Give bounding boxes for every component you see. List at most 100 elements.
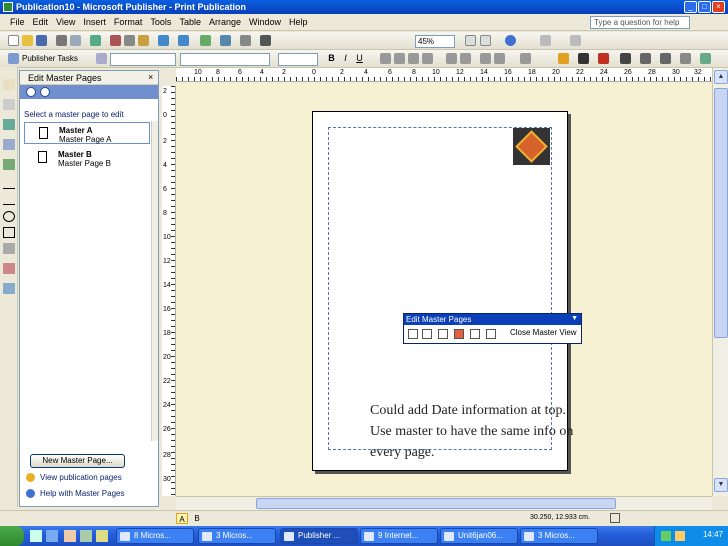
quick-launch-icon[interactable] [80, 530, 92, 542]
horizontal-ruler[interactable]: 10 8 6 4 2 0 2 4 6 8 10 12 14 16 18 20 2… [176, 68, 712, 82]
tray-icon[interactable] [675, 531, 685, 541]
horizontal-scrollbar[interactable] [176, 496, 712, 510]
scroll-up-icon[interactable]: ▲ [714, 70, 728, 84]
numbering-icon[interactable] [446, 53, 457, 64]
taskbar-item-3-active[interactable]: Publisher ... [280, 528, 358, 544]
close-button[interactable]: × [712, 1, 725, 13]
rename-master-icon[interactable] [438, 329, 448, 339]
pane-scrollbar[interactable] [151, 121, 158, 441]
maximize-button[interactable]: □ [698, 1, 711, 13]
undo-icon[interactable] [158, 35, 169, 46]
start-button[interactable] [0, 526, 24, 546]
new-master-page-button[interactable]: New Master Page... [30, 454, 125, 468]
open-icon[interactable] [22, 35, 33, 46]
taskbar-item-4[interactable]: 9 Internet... [360, 528, 438, 544]
forward-icon[interactable] [40, 87, 50, 97]
new-icon[interactable] [8, 35, 19, 46]
text-box-icon[interactable] [3, 99, 15, 110]
menu-file[interactable]: File [6, 14, 29, 31]
increase-indent-icon[interactable] [494, 53, 505, 64]
help-search-input[interactable]: Type a question for help [590, 16, 690, 29]
help-master-pages-link[interactable]: Help with Master Pages [40, 489, 124, 498]
delete-master-icon[interactable] [454, 329, 464, 339]
rectangle-tool-icon[interactable] [3, 227, 15, 238]
view-two-page-icon[interactable] [486, 329, 496, 339]
view-publication-pages-link[interactable]: View publication pages [40, 473, 122, 482]
vertical-scrollbar[interactable]: ▲ ▼ [712, 68, 728, 496]
menu-window[interactable]: Window [245, 14, 285, 31]
tray-icon[interactable] [661, 531, 671, 541]
picture-icon[interactable] [3, 159, 15, 170]
table-icon[interactable] [3, 119, 15, 130]
taskbar-item-1[interactable]: 8 Micros... [116, 528, 194, 544]
styles-icon[interactable] [96, 53, 107, 64]
quick-launch-icon[interactable] [64, 530, 76, 542]
italic-icon[interactable]: I [340, 53, 351, 64]
menu-table[interactable]: Table [175, 14, 205, 31]
scroll-down-icon[interactable]: ▼ [714, 478, 728, 492]
horizontal-scroll-thumb[interactable] [256, 498, 616, 509]
select-tool-icon[interactable] [3, 79, 15, 90]
cut-icon[interactable] [110, 35, 121, 46]
layout-icon[interactable] [570, 35, 581, 46]
hyperlink-icon[interactable] [220, 35, 231, 46]
new-master-icon[interactable] [408, 329, 418, 339]
toolbar-options-icon[interactable]: ▼ [571, 315, 578, 322]
page-a-tab[interactable]: A [176, 513, 188, 524]
menu-help[interactable]: Help [285, 14, 312, 31]
pilcrow-icon[interactable] [260, 35, 271, 46]
menu-tools[interactable]: Tools [146, 14, 175, 31]
underline-icon[interactable]: U [354, 53, 365, 64]
align-right-icon[interactable] [408, 53, 419, 64]
form-control-icon[interactable] [3, 283, 15, 294]
print-preview-icon[interactable] [70, 35, 81, 46]
minimize-button[interactable]: _ [684, 1, 697, 13]
3d-icon[interactable] [700, 53, 711, 64]
style-combo[interactable] [110, 53, 176, 66]
bold-icon[interactable]: B [326, 53, 337, 64]
zoom-combo[interactable]: 45% [415, 35, 455, 48]
arrow-style-icon[interactable] [660, 53, 671, 64]
font-size-combo[interactable] [278, 53, 318, 66]
logo-image[interactable] [513, 128, 550, 165]
help-icon[interactable] [505, 35, 516, 46]
menu-edit[interactable]: Edit [29, 14, 53, 31]
menu-insert[interactable]: Insert [79, 14, 110, 31]
quick-launch-icon[interactable] [30, 530, 42, 542]
insert-picture-icon[interactable] [200, 35, 211, 46]
taskbar-item-2[interactable]: 3 Micros... [198, 528, 276, 544]
autoshapes-icon[interactable] [3, 243, 15, 254]
print-icon[interactable] [56, 35, 67, 46]
pane-close-icon[interactable]: × [148, 72, 153, 82]
vertical-ruler[interactable]: 2 0 2 4 6 8 10 12 14 16 18 20 22 24 26 2… [162, 86, 176, 496]
justify-icon[interactable] [422, 53, 433, 64]
columns-icon[interactable] [240, 35, 251, 46]
arrow-tool-icon[interactable] [3, 199, 15, 205]
decrease-indent-icon[interactable] [480, 53, 491, 64]
ie-quick-launch-icon[interactable] [46, 530, 58, 542]
vertical-scroll-thumb[interactable] [714, 88, 728, 338]
oval-tool-icon[interactable] [3, 211, 15, 222]
page-b-tab[interactable]: B [191, 513, 203, 524]
copy-icon[interactable] [124, 35, 135, 46]
menu-arrange[interactable]: Arrange [205, 14, 245, 31]
taskbar-item-6[interactable]: 3 Micros... [520, 528, 598, 544]
paste-icon[interactable] [138, 35, 149, 46]
apply-master-icon[interactable] [470, 329, 480, 339]
redo-icon[interactable] [178, 35, 189, 46]
font-color-icon[interactable] [598, 53, 609, 64]
spelling-icon[interactable] [90, 35, 101, 46]
align-left-icon[interactable] [380, 53, 391, 64]
dash-style-icon[interactable] [640, 53, 651, 64]
align-center-icon[interactable] [394, 53, 405, 64]
zoom-in-icon[interactable] [480, 35, 491, 46]
menu-view[interactable]: View [52, 14, 79, 31]
taskbar-item-5[interactable]: Unit6jan06... [440, 528, 518, 544]
back-icon[interactable] [26, 87, 36, 97]
ruler-corner[interactable] [162, 68, 176, 86]
font-combo[interactable] [180, 53, 270, 66]
wordart-icon[interactable] [3, 139, 15, 150]
zoom-out-icon[interactable] [465, 35, 476, 46]
font-size-icon[interactable] [520, 53, 531, 64]
hot-spot-icon[interactable] [3, 263, 15, 274]
